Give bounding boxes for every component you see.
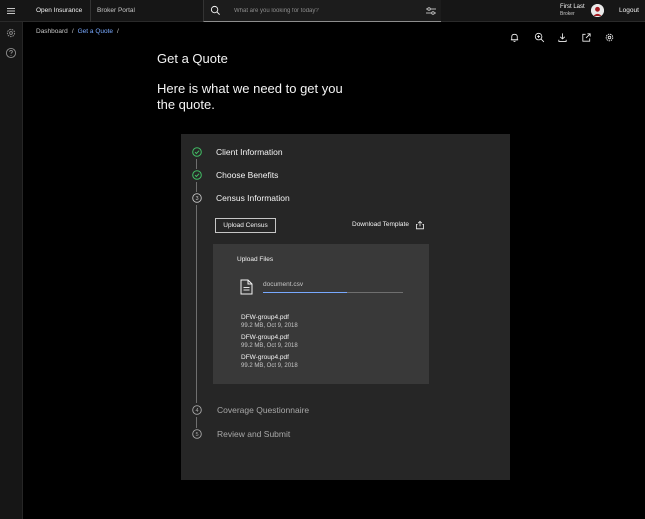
side-rail: [0, 22, 23, 519]
search-icon[interactable]: [210, 5, 221, 16]
user-avatar-icon: [591, 4, 604, 17]
upload-census-button[interactable]: Upload Census: [214, 217, 277, 234]
search-bar: [203, 0, 441, 22]
avatar[interactable]: [591, 4, 604, 17]
file-name: DFW-group4.pdf: [241, 334, 289, 341]
zoom-in-icon[interactable]: [534, 32, 545, 43]
file-name: DFW-group4.pdf: [241, 354, 289, 361]
step-connector: [196, 417, 197, 428]
step-connector: [196, 159, 197, 169]
download-template-label: Download Template: [352, 221, 409, 228]
file-meta: 99.2 MB, Oct 9, 2018: [241, 323, 298, 329]
page-title: Get a Quote: [157, 51, 228, 66]
logout-link[interactable]: Logout: [619, 0, 639, 22]
breadcrumb-separator: /: [117, 28, 119, 35]
help-icon[interactable]: [5, 47, 17, 59]
step-review-and-submit[interactable]: Review and Submit: [217, 429, 290, 439]
step-client-information[interactable]: Client Information: [216, 147, 283, 157]
download-template-link[interactable]: Download Template: [352, 219, 425, 231]
upload-progress-fill: [263, 292, 347, 293]
step-connector: [196, 205, 197, 403]
user-name: First Last: [560, 4, 585, 10]
step-number-icon: 3: [192, 193, 202, 203]
list-item[interactable]: DFW-group4.pdf 99.2 MB, Oct 9, 2018: [241, 314, 298, 330]
step-number: 3: [195, 196, 198, 202]
menu-icon[interactable]: [5, 5, 17, 17]
filter-settings-icon[interactable]: [425, 5, 437, 17]
breadcrumb: Dashboard / Get a Quote /: [36, 28, 119, 35]
step-number: 5: [195, 432, 198, 438]
file-meta: 99.2 MB, Oct 9, 2018: [241, 343, 298, 349]
breadcrumb-item-dashboard[interactable]: Dashboard: [36, 28, 68, 35]
step-choose-benefits[interactable]: Choose Benefits: [216, 170, 278, 180]
launch-icon[interactable]: [581, 32, 592, 43]
file-name: DFW-group4.pdf: [241, 314, 289, 321]
settings-gear-icon[interactable]: [5, 27, 17, 39]
list-item[interactable]: DFW-group4.pdf 99.2 MB, Oct 9, 2018: [241, 354, 298, 370]
upload-files-box: Upload Files document.csv DFW-group4.pdf…: [213, 244, 429, 384]
list-item[interactable]: DFW-group4.pdf 99.2 MB, Oct 9, 2018: [241, 334, 298, 350]
document-icon: [240, 279, 253, 295]
upload-files-title: Upload Files: [237, 256, 274, 263]
page-subtitle: Here is what we need to get you the quot…: [157, 81, 343, 112]
file-meta: 99.2 MB, Oct 9, 2018: [241, 363, 298, 369]
checkmark-circle-icon: [192, 147, 202, 157]
upload-progress-bar: [263, 292, 403, 293]
brand-name[interactable]: Open Insurance: [28, 0, 92, 22]
quote-steps-panel: Client Information Choose Benefits 3 Cen…: [181, 134, 510, 480]
uploading-file-name: document.csv: [263, 281, 304, 288]
step-number-icon: 5: [192, 429, 202, 439]
step-number-icon: 4: [192, 405, 202, 415]
share-upload-icon: [416, 220, 424, 230]
step-coverage-questionnaire[interactable]: Coverage Questionnaire: [217, 405, 309, 415]
breadcrumb-separator: /: [71, 28, 74, 35]
user-role: Broker: [560, 11, 575, 17]
step-connector: [196, 182, 197, 192]
step-census-information[interactable]: Census Information: [216, 193, 290, 203]
breadcrumb-item-get-a-quote[interactable]: Get a Quote: [78, 28, 113, 35]
step-number: 4: [195, 408, 198, 414]
search-input[interactable]: [234, 4, 414, 18]
download-icon[interactable]: [557, 32, 568, 43]
top-bar: Open Insurance Broker Portal First Last …: [0, 0, 645, 22]
portal-name[interactable]: Broker Portal: [89, 0, 143, 22]
settings-icon[interactable]: [604, 32, 615, 43]
notification-bell-icon[interactable]: [509, 32, 520, 43]
checkmark-circle-icon: [192, 170, 202, 180]
